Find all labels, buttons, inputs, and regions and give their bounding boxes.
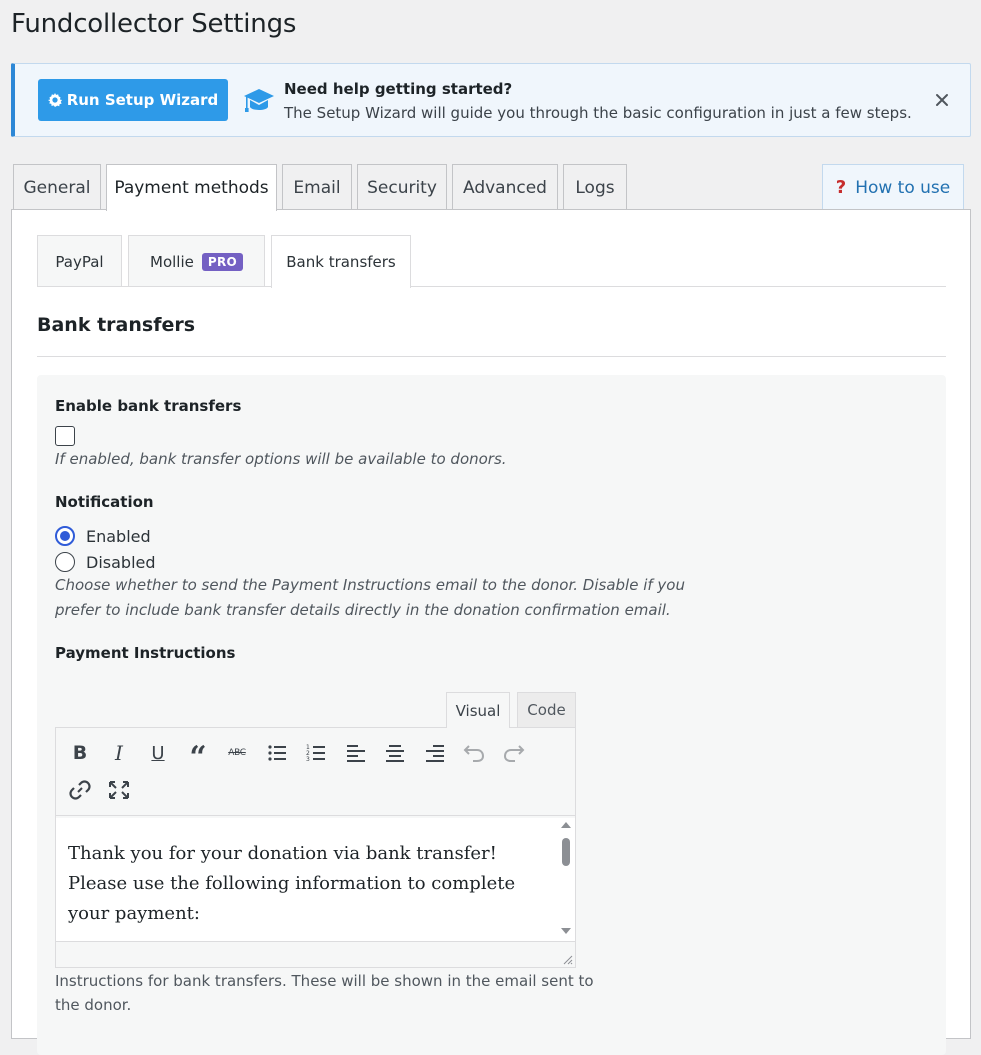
question-icon: ? — [835, 177, 847, 198]
bank-transfer-settings: Enable bank transfers If enabled, bank t… — [37, 375, 946, 1055]
editor-tab-label: Visual — [455, 701, 501, 720]
fullscreen-icon[interactable] — [105, 776, 133, 804]
radio-enabled[interactable] — [55, 526, 75, 546]
tab-advanced[interactable]: Advanced — [452, 164, 558, 210]
instructions-description: Instructions for bank transfers. These w… — [55, 969, 594, 1017]
subtab-divider — [37, 286, 946, 287]
editor-tab-label: Code — [527, 701, 566, 719]
italic-icon[interactable]: I — [105, 739, 133, 767]
how-to-use-label: How to use — [855, 177, 951, 198]
notification-disabled-option[interactable]: Disabled — [55, 552, 156, 572]
subtab-label: Mollie — [150, 252, 194, 271]
notification-description: Choose whether to send the Payment Instr… — [55, 573, 685, 623]
run-setup-wizard-label: Run Setup Wizard — [66, 91, 219, 109]
how-to-use-link[interactable]: ? How to use — [822, 164, 964, 210]
run-setup-wizard-button[interactable]: Run Setup Wizard — [38, 79, 228, 121]
editor-toolbar: B I U “ ABC 1 2 3 — [56, 728, 575, 816]
align-right-icon[interactable] — [421, 739, 449, 767]
notification-description-line1: Choose whether to send the Payment Instr… — [55, 576, 685, 594]
subtab-label: PayPal — [55, 252, 104, 271]
radio-disabled[interactable] — [55, 552, 75, 572]
tab-label: Security — [367, 177, 437, 198]
tab-general[interactable]: General — [13, 164, 101, 210]
payment-instructions-editor: B I U “ ABC 1 2 3 Thank you for your don… — [55, 727, 576, 968]
bullet-list-icon[interactable] — [263, 739, 291, 767]
enable-bank-transfers-description: If enabled, bank transfer options will b… — [55, 450, 507, 468]
numbered-list-icon[interactable]: 1 2 3 — [302, 739, 330, 767]
close-icon[interactable] — [934, 92, 950, 108]
notice-text: The Setup Wizard will guide you through … — [284, 104, 912, 122]
section-divider — [37, 356, 946, 357]
notification-description-line2: prefer to include bank transfer details … — [55, 601, 671, 619]
instructions-description-line2: the donor. — [55, 996, 132, 1014]
tab-label: Advanced — [463, 177, 547, 198]
underline-icon[interactable]: U — [144, 739, 172, 767]
redo-icon[interactable] — [500, 739, 528, 767]
setup-wizard-notice: Run Setup Wizard Need help getting start… — [11, 63, 971, 137]
editor-scrollbar[interactable] — [557, 818, 575, 942]
subtab-label: Bank transfers — [286, 253, 396, 271]
bold-icon[interactable]: B — [66, 739, 94, 767]
link-icon[interactable] — [66, 776, 94, 804]
tab-label: Logs — [575, 177, 615, 198]
strikethrough-icon[interactable]: ABC — [223, 739, 251, 767]
radio-disabled-label: Disabled — [86, 552, 156, 572]
editor-content-area[interactable]: Thank you for your donation via bank tra… — [56, 818, 575, 942]
pro-badge: PRO — [201, 252, 243, 271]
radio-enabled-label: Enabled — [86, 526, 151, 546]
subtab-mollie[interactable]: Mollie PRO — [128, 235, 265, 287]
subtab-bank-transfers[interactable]: Bank transfers — [271, 235, 411, 288]
page-title: Fundcollector Settings — [11, 9, 297, 39]
notification-enabled-option[interactable]: Enabled — [55, 526, 151, 546]
enable-bank-transfers-label: Enable bank transfers — [55, 397, 242, 415]
svg-text:3: 3 — [306, 756, 310, 763]
graduation-cap-icon — [244, 89, 274, 112]
tab-label: Email — [293, 177, 341, 198]
tab-logs[interactable]: Logs — [563, 164, 627, 210]
notice-heading: Need help getting started? — [284, 80, 513, 98]
notification-label: Notification — [55, 493, 154, 511]
undo-icon[interactable] — [460, 739, 488, 767]
payment-instructions-label: Payment Instructions — [55, 644, 236, 662]
instructions-description-line1: Instructions for bank transfers. These w… — [55, 972, 594, 990]
align-center-icon[interactable] — [381, 739, 409, 767]
gear-icon — [47, 93, 62, 107]
tab-security[interactable]: Security — [357, 164, 447, 210]
blockquote-icon[interactable]: “ — [184, 739, 212, 773]
enable-bank-transfers-checkbox[interactable] — [55, 426, 75, 446]
settings-panel: PayPal Mollie PRO Bank transfers Bank tr… — [11, 209, 971, 1055]
align-left-icon[interactable] — [342, 739, 370, 767]
editor-content-text[interactable]: Thank you for your donation via bank tra… — [68, 839, 548, 929]
resize-handle-icon[interactable] — [561, 953, 573, 965]
editor-tab-visual[interactable]: Visual — [446, 692, 510, 728]
subtab-paypal[interactable]: PayPal — [37, 235, 122, 287]
tab-label: General — [23, 177, 91, 198]
tab-label: Payment methods — [114, 178, 269, 198]
editor-tab-code[interactable]: Code — [517, 692, 576, 727]
section-title: Bank transfers — [37, 314, 196, 336]
tab-email[interactable]: Email — [282, 164, 352, 210]
tab-payment-methods[interactable]: Payment methods — [106, 164, 277, 211]
